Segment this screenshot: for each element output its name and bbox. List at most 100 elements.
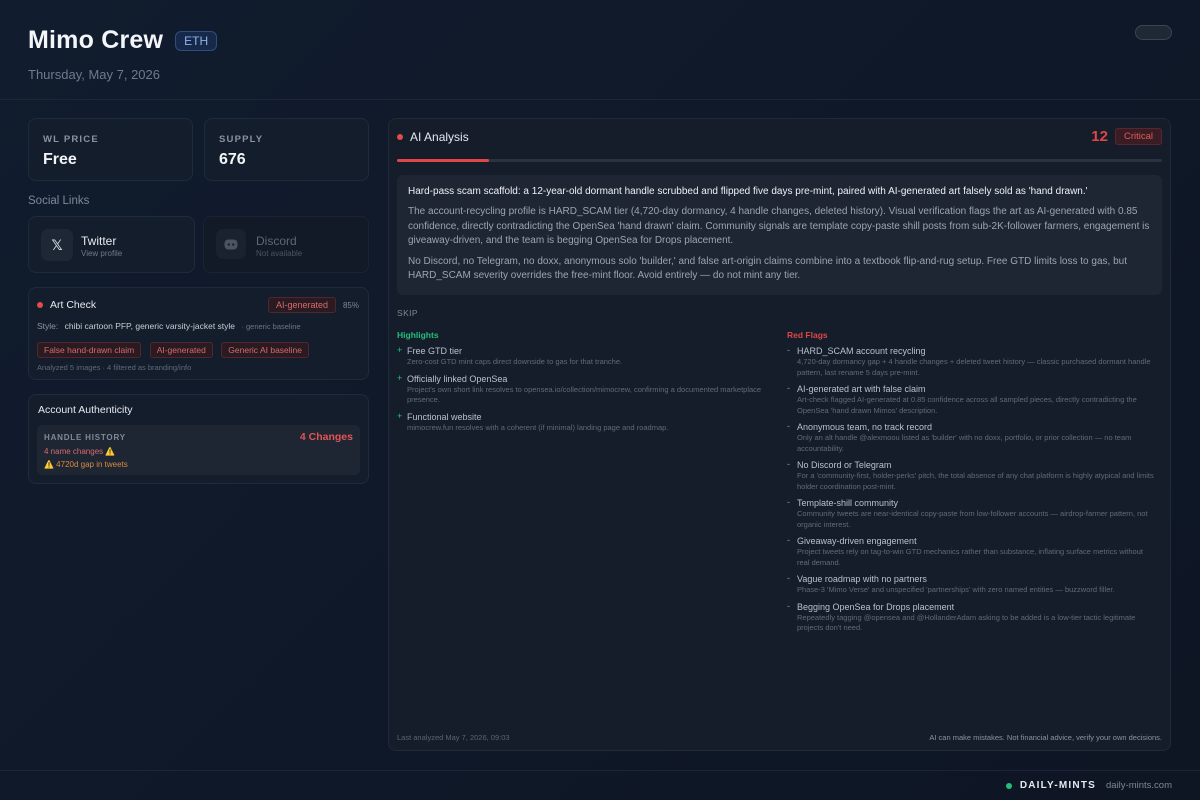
style-value: chibi cartoon PFP, generic varsity-jacke… xyxy=(64,321,236,331)
header-divider xyxy=(0,99,1200,100)
last-analyzed: Last analyzed May 7, 2026, 09:03 xyxy=(397,733,510,742)
art-check-card: Art Check AI-generated 85% Style: chibi … xyxy=(28,287,369,380)
summary-headline: Hard-pass scam scaffold: a 12-year-old d… xyxy=(408,186,1088,197)
red-flag-desc: Community tweets are near-identical copy… xyxy=(797,509,1148,529)
highlight-desc: Project's own short link resolves to ope… xyxy=(407,384,762,405)
highlights-heading: Highlights xyxy=(397,330,439,340)
account-authenticity-card: Account Authenticity HANDLE HISTORY 4 Ch… xyxy=(28,394,369,484)
status-dot-icon xyxy=(397,134,403,140)
red-flag-bullet-icon: - xyxy=(787,459,790,469)
supply-label: SUPPLY xyxy=(219,134,264,145)
style-note: · generic baseline xyxy=(241,322,301,331)
art-check-title: Art Check xyxy=(50,299,97,311)
discord-link: Discord Not available xyxy=(203,216,369,273)
red-flag-item: - Vague roadmap with no partners Phase-3 '… xyxy=(787,573,1157,596)
red-flag-title: Template-shill community xyxy=(797,498,899,508)
art-tag: Generic AI baseline xyxy=(221,342,310,358)
summary-paragraph: No Discord, no Telegram, no doxx, anonym… xyxy=(408,255,1127,282)
red-flag-bullet-icon: - xyxy=(787,421,790,431)
ai-analysis-panel: AI Analysis 12 Critical Hard-pass scam s… xyxy=(388,118,1171,751)
header: Mimo Crew ETH Thursday, May 7, 2026 xyxy=(28,26,218,82)
highlight-bullet-icon: + xyxy=(397,372,403,383)
project-title: Mimo Crew xyxy=(28,26,164,54)
twitter-sub: View profile xyxy=(81,249,123,258)
art-confidence: 85% xyxy=(342,300,359,310)
highlight-bullet-icon: + xyxy=(397,345,403,355)
highlight-item: + Officially linked OpenSea Project's own … xyxy=(397,373,767,406)
tweet-gap-note: ⚠️ 4720d gap in tweets xyxy=(44,460,128,469)
supply-value: 676 xyxy=(219,151,246,168)
footer-brand: DAILY-MINTS daily-mints.com xyxy=(1005,780,1172,791)
x-logo-icon: 𝕏 xyxy=(41,229,73,261)
wl-price-card: WL PRICE Free xyxy=(28,118,193,181)
disclaimer: AI can make mistakes. Not financial advi… xyxy=(929,733,1162,742)
art-verdict-badge: AI-generated xyxy=(267,297,336,313)
red-flag-item: - Giveaway-driven engagement Project tweet… xyxy=(787,535,1157,568)
red-flag-bullet-icon: - xyxy=(787,345,790,355)
supply-card: SUPPLY 676 xyxy=(204,118,369,181)
wl-price-value: Free xyxy=(43,151,77,168)
twitter-link[interactable]: 𝕏 Twitter View profile xyxy=(28,216,195,273)
highlight-title: Functional website xyxy=(407,411,482,422)
red-flag-bullet-icon: - xyxy=(787,573,790,583)
red-flag-desc: Only an alt handle @alexmoou listed as '… xyxy=(797,433,1132,453)
art-tag: AI-generated xyxy=(149,342,213,358)
toggle-button[interactable] xyxy=(1135,25,1172,40)
date-label: Thursday, May 7, 2026 xyxy=(28,67,160,82)
summary-box: Hard-pass scam scaffold: a 12-year-old d… xyxy=(397,175,1162,295)
red-flag-title: Vague roadmap with no partners xyxy=(797,574,927,584)
chain-badge: ETH xyxy=(175,30,218,51)
wl-price-label: WL PRICE xyxy=(43,134,99,145)
brand-dot-icon xyxy=(1005,782,1012,789)
red-flag-title: Giveaway-driven engagement xyxy=(797,536,917,546)
highlight-desc: Zero-cost GTD mint caps direct downside … xyxy=(407,357,623,366)
style-label: Style: xyxy=(37,321,59,331)
highlight-item: + Functional website mimocrew.fun resolves… xyxy=(397,411,767,434)
highlight-item: + Free GTD tier Zero-cost GTD mint caps di… xyxy=(397,345,767,368)
red-flag-bullet-icon: - xyxy=(787,383,790,393)
brand-name: DAILY-MINTS xyxy=(1019,780,1096,791)
handle-history-label: HANDLE HISTORY xyxy=(44,433,126,442)
twitter-label: Twitter xyxy=(81,234,117,248)
ai-analysis-title: AI Analysis xyxy=(410,130,469,144)
handle-changes-count: 4 Changes xyxy=(299,431,353,443)
summary-paragraph: The account-recycling profile is HARD_SC… xyxy=(408,206,1150,246)
art-tag: False hand-drawn claim xyxy=(37,342,142,358)
red-flag-item: - No Discord or Telegram For a 'community-… xyxy=(787,459,1157,492)
red-flag-item: - AI-generated art with false claim Art-ch… xyxy=(787,383,1157,416)
red-flag-desc: Repeatedly tagging @opensea and @Holland… xyxy=(797,612,1136,633)
red-flags-section: Red Flags - HARD_SCAM account recycling 4,… xyxy=(787,330,1157,634)
red-flag-desc: 4,720-day dormancy gap + 4 handle change… xyxy=(797,357,1151,377)
red-flag-bullet-icon: - xyxy=(787,535,790,545)
red-flag-desc: Phase-3 'Mimo Verse' and unspecified 'pa… xyxy=(797,585,1115,594)
discord-sub: Not available xyxy=(256,249,303,258)
red-flag-title: Anonymous team, no track record xyxy=(797,422,933,432)
red-flag-bullet-icon: - xyxy=(787,497,790,507)
highlights-list: + Free GTD tier Zero-cost GTD mint caps di… xyxy=(397,345,767,433)
verdict-label: SKIP xyxy=(397,308,418,318)
red-flag-item: - HARD_SCAM account recycling 4,720-day do… xyxy=(787,345,1157,378)
brand-url: daily-mints.com xyxy=(1106,780,1172,791)
authenticity-title: Account Authenticity xyxy=(38,404,133,416)
highlight-title: Free GTD tier xyxy=(407,346,463,356)
discord-label: Discord xyxy=(256,234,297,248)
red-flag-item: - Begging OpenSea for Drops placement Repe… xyxy=(787,601,1157,634)
status-dot-icon xyxy=(37,302,43,308)
red-flag-title: HARD_SCAM account recycling xyxy=(797,346,926,356)
highlights-section: Highlights + Free GTD tier Zero-cost GTD m… xyxy=(397,330,767,433)
red-flag-desc: Project tweets rely on tag-to-win GTD me… xyxy=(797,547,1143,567)
red-flags-heading: Red Flags xyxy=(787,330,828,340)
red-flag-item: - Anonymous team, no track record Only an … xyxy=(787,421,1157,454)
red-flag-title: Begging OpenSea for Drops placement xyxy=(797,601,955,612)
highlight-desc: mimocrew.fun resolves with a coherent (i… xyxy=(407,422,669,432)
risk-progress-fill xyxy=(397,159,489,162)
red-flag-desc: Art-check flagged AI-generated at 0.85 c… xyxy=(797,395,1137,415)
red-flag-item: - Template-shill community Community tweet… xyxy=(787,497,1157,530)
highlight-bullet-icon: + xyxy=(397,410,403,421)
severity-badge: Critical xyxy=(1114,128,1162,145)
art-footnote: Analyzed 5 images · 4 filtered as brandi… xyxy=(37,363,192,372)
red-flag-desc: For a 'community-first, holder-perks' pi… xyxy=(797,471,1154,491)
red-flag-title: AI-generated art with false claim xyxy=(797,384,926,394)
risk-score: 12 xyxy=(1091,128,1108,145)
page-frame: Mimo Crew ETH Thursday, May 7, 2026 WL P… xyxy=(0,0,1200,800)
